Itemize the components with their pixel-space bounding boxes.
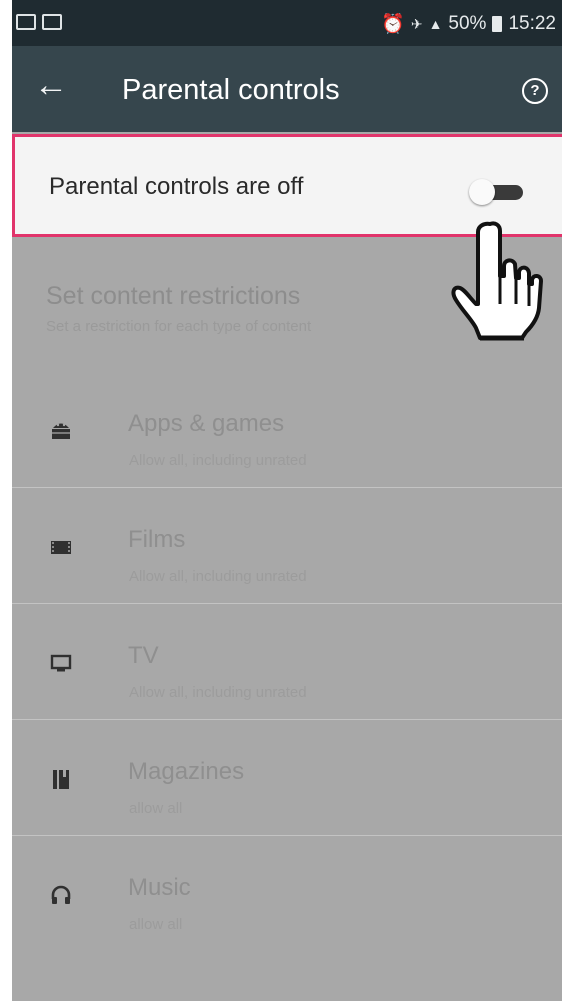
hand-pointer-icon: [451, 221, 543, 341]
image-icon: [16, 14, 36, 30]
help-circle-icon[interactable]: ?: [522, 78, 548, 104]
magazine-icon: [53, 770, 69, 789]
category-desc: allow all: [129, 916, 183, 933]
toggle-label: Parental controls are off: [49, 173, 304, 200]
restrictions-subtitle: Set a restriction for each type of conte…: [46, 318, 312, 335]
category-name: Magazines: [128, 758, 245, 785]
list-item-music[interactable]: Music allow all: [12, 836, 562, 952]
category-desc: Allow all, including unrated: [129, 568, 307, 585]
list-item-tv[interactable]: TV Allow all, including unrated: [12, 604, 562, 720]
category-desc: allow all: [129, 800, 183, 817]
film-icon: [51, 541, 71, 554]
page-title: Parental controls: [122, 74, 340, 106]
clock: 15:22: [508, 13, 556, 34]
battery-percent: 50%: [448, 13, 487, 34]
screen-icon: [42, 14, 62, 30]
arrow-left-icon[interactable]: ←: [34, 68, 68, 102]
list-item-apps-games[interactable]: Apps & games Allow all, including unrate…: [12, 372, 562, 488]
category-list: Apps & games Allow all, including unrate…: [12, 372, 562, 952]
category-name: Music: [128, 874, 191, 901]
battery-icon: [492, 16, 503, 32]
list-item-magazines[interactable]: Magazines allow all: [12, 720, 562, 836]
tv-icon: [50, 654, 72, 672]
phone-screen: ⏰ ✈ ▲ 50% 15:22 ← Parental controls ? Pa…: [12, 0, 562, 1001]
headphones-icon: [51, 885, 71, 904]
category-name: Apps & games: [128, 410, 285, 437]
switch-knob: [469, 179, 495, 205]
list-item-films[interactable]: Films Allow all, including unrated: [12, 488, 562, 604]
category-name: TV: [128, 642, 159, 669]
category-name: Films: [128, 526, 186, 553]
alarm-icon: ⏰: [381, 14, 405, 35]
signal-icon: ▲: [428, 16, 443, 32]
android-icon: [52, 423, 70, 439]
status-bar: ⏰ ✈ ▲ 50% 15:22: [12, 0, 562, 46]
category-desc: Allow all, including unrated: [129, 684, 307, 701]
app-bar: ← Parental controls ?: [12, 46, 562, 132]
wifi-icon: ✈: [410, 15, 423, 32]
restrictions-title: Set content restrictions: [46, 282, 301, 310]
category-desc: Allow all, including unrated: [129, 452, 307, 469]
parental-controls-switch[interactable]: [469, 179, 523, 205]
